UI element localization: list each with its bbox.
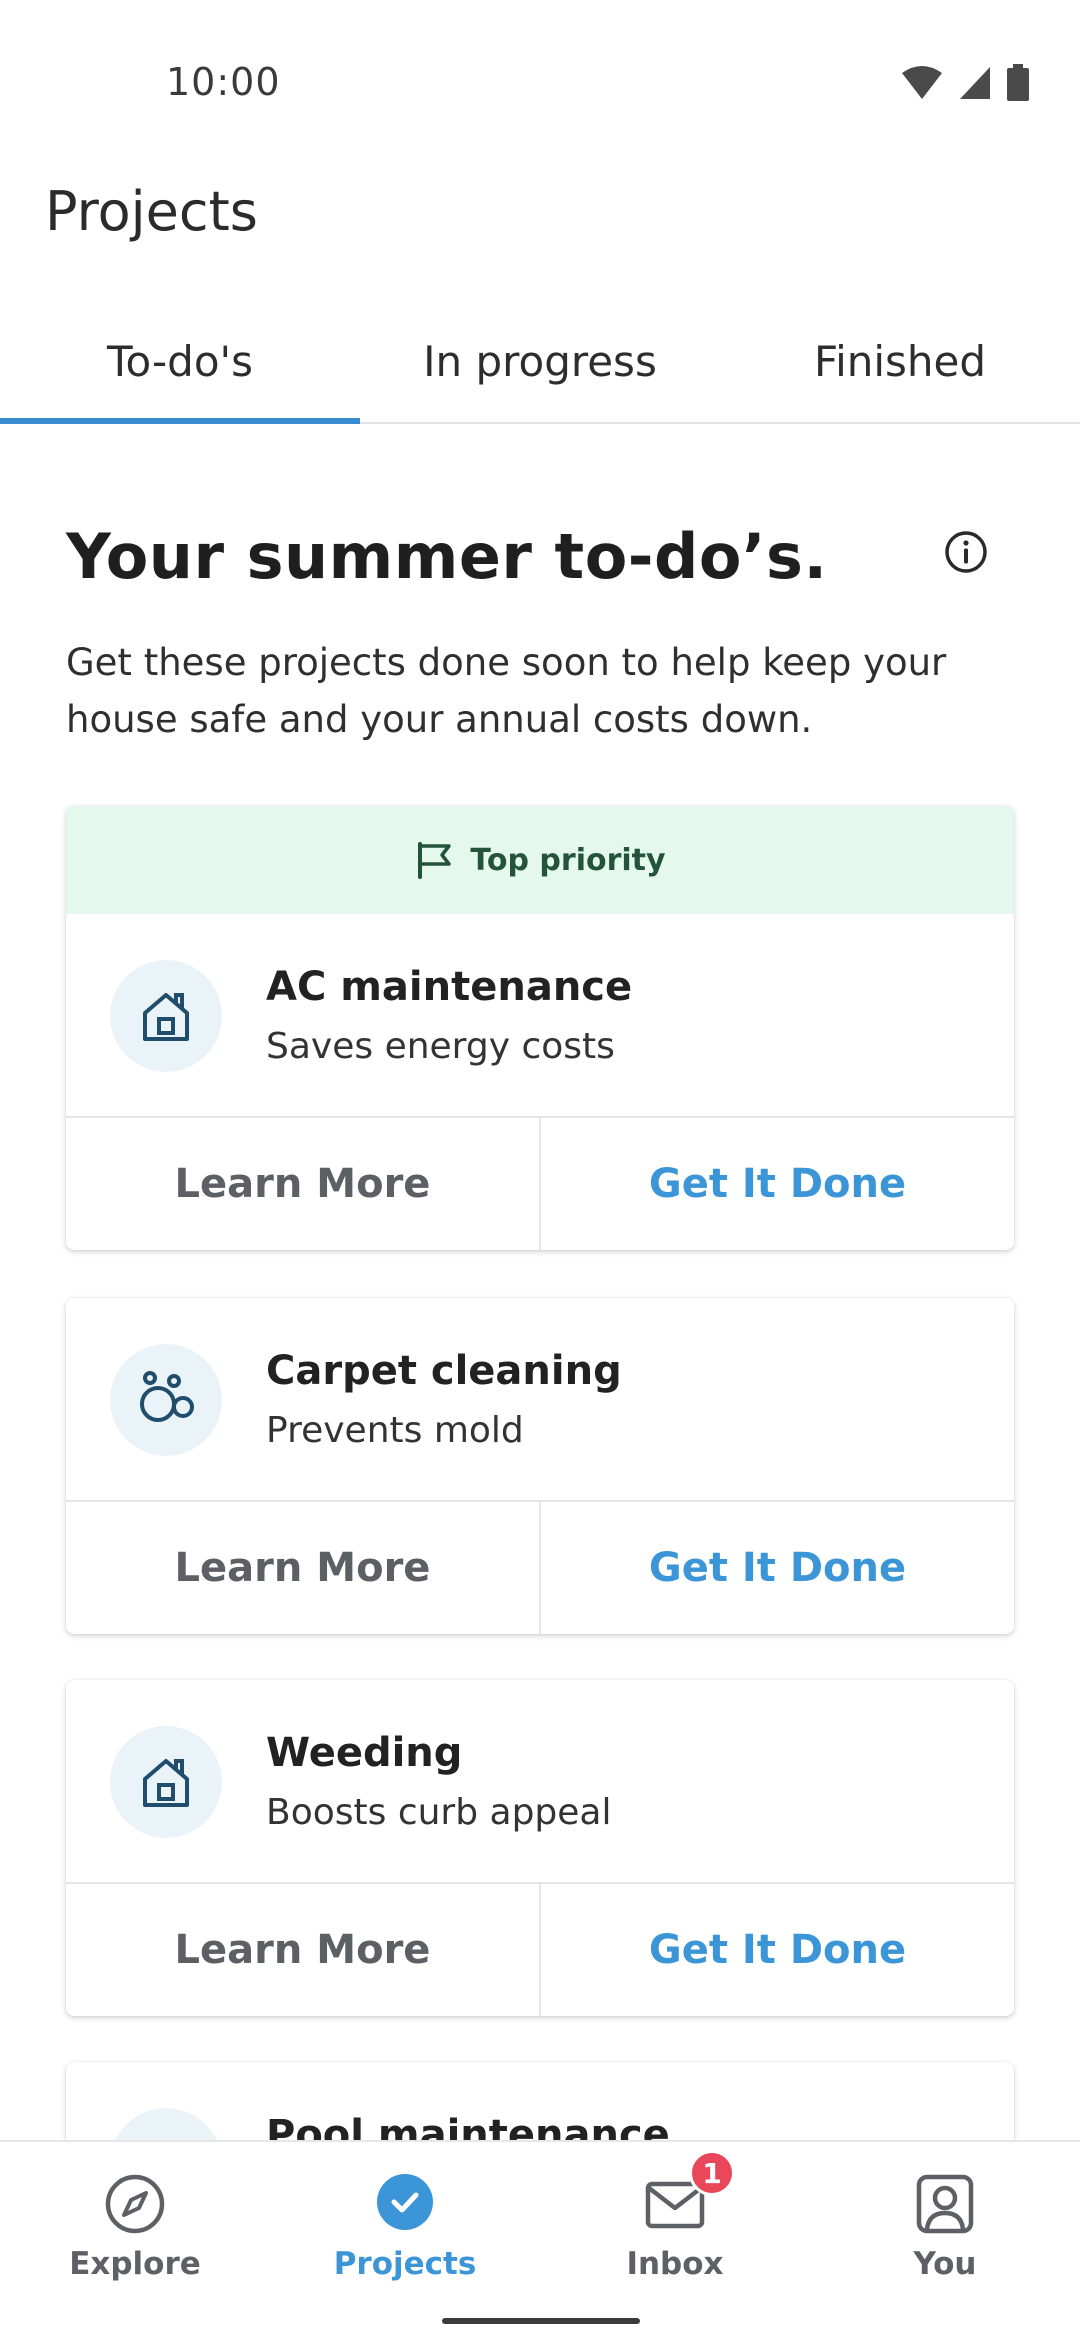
check-circle-icon <box>377 2174 433 2230</box>
wifi-icon <box>902 66 942 99</box>
status-time: 10:00 <box>166 60 281 104</box>
card-title: Weeding <box>266 1730 463 1776</box>
card-icon-container <box>110 1344 222 1456</box>
inbox-badge: 1 <box>689 2150 735 2196</box>
card-title: AC maintenance <box>266 964 633 1010</box>
card-icon-container <box>110 960 222 1072</box>
nav-inbox[interactable]: 1 Inbox <box>540 2150 810 2302</box>
cellular-signal-icon <box>960 67 990 99</box>
nav-projects[interactable]: Projects <box>270 2172 540 2302</box>
nav-label: Projects <box>333 2246 477 2282</box>
info-icon[interactable] <box>942 528 990 576</box>
project-card: Weeding Boosts curb appeal Learn More Ge… <box>66 1680 1014 2016</box>
card-body[interactable]: Weeding Boosts curb appeal <box>66 1680 1014 1884</box>
house-icon <box>143 993 189 1041</box>
nav-explore[interactable]: Explore <box>0 2172 270 2302</box>
card-icon-container <box>110 2108 222 2140</box>
headline-row: Your summer to-do’s. <box>66 520 987 600</box>
todo-list-content[interactable]: Your summer to-do’s. Get these projects … <box>0 424 1080 2140</box>
card-subtitle: Prevents mold <box>266 1410 524 1451</box>
battery-icon <box>1007 64 1029 101</box>
tab-bar: To-do's In progress Finished <box>0 300 1080 424</box>
compass-icon <box>105 2174 165 2234</box>
app-screen: 10:00 Projects To-do's In progress Finis… <box>0 0 1080 2340</box>
card-title: Carpet cleaning <box>266 1348 622 1394</box>
project-card: Carpet cleaning Prevents mold Learn More… <box>66 1298 1014 1634</box>
section-headline: Your summer to-do’s. <box>66 520 828 593</box>
page-title: Projects <box>45 180 258 243</box>
nav-label: You <box>913 2246 977 2282</box>
project-card: Top priority AC maintenance Saves energy… <box>66 806 1014 1250</box>
card-actions: Learn More Get It Done <box>66 1502 1014 1634</box>
home-indicator[interactable] <box>442 2318 640 2324</box>
learn-more-button[interactable]: Learn More <box>66 1502 541 1634</box>
card-body[interactable]: AC maintenance Saves energy costs <box>66 914 1014 1118</box>
flag-icon <box>418 842 452 879</box>
card-title: Pool maintenance <box>266 2112 670 2140</box>
bottom-navigation: Explore Projects 1 Inbox You <box>0 2140 1080 2340</box>
learn-more-button[interactable]: Learn More <box>66 1118 541 1250</box>
priority-banner: Top priority <box>66 806 1014 914</box>
card-body[interactable]: Carpet cleaning Prevents mold <box>66 1298 1014 1502</box>
card-actions: Learn More Get It Done <box>66 1118 1014 1250</box>
status-bar: 10:00 <box>0 0 1080 140</box>
project-card: Pool maintenance <box>66 2062 1014 2140</box>
card-subtitle: Saves energy costs <box>266 1026 615 1067</box>
nav-label: Inbox <box>626 2246 724 2282</box>
bubbles-icon <box>140 1371 194 1422</box>
card-actions: Learn More Get It Done <box>66 1884 1014 2016</box>
learn-more-button[interactable]: Learn More <box>66 1884 541 2016</box>
get-it-done-button[interactable]: Get It Done <box>541 1884 1014 2016</box>
get-it-done-button[interactable]: Get It Done <box>541 1502 1014 1634</box>
priority-label: Top priority <box>470 842 666 878</box>
status-icons <box>900 64 1030 102</box>
tab-in-progress[interactable]: In progress <box>360 300 720 422</box>
person-icon <box>916 2174 974 2234</box>
tab-todos[interactable]: To-do's <box>0 300 360 424</box>
get-it-done-button[interactable]: Get It Done <box>541 1118 1014 1250</box>
card-icon-container <box>110 1726 222 1838</box>
mail-icon-wrapper: 1 <box>643 2150 735 2236</box>
house-icon <box>143 1759 189 1807</box>
nav-you[interactable]: You <box>810 2172 1080 2302</box>
tab-finished[interactable]: Finished <box>720 300 1080 422</box>
nav-label: Explore <box>69 2246 201 2282</box>
card-body[interactable]: Pool maintenance <box>66 2062 1014 2140</box>
card-subtitle: Boosts curb appeal <box>266 1792 612 1833</box>
section-description: Get these projects done soon to help kee… <box>66 641 947 741</box>
